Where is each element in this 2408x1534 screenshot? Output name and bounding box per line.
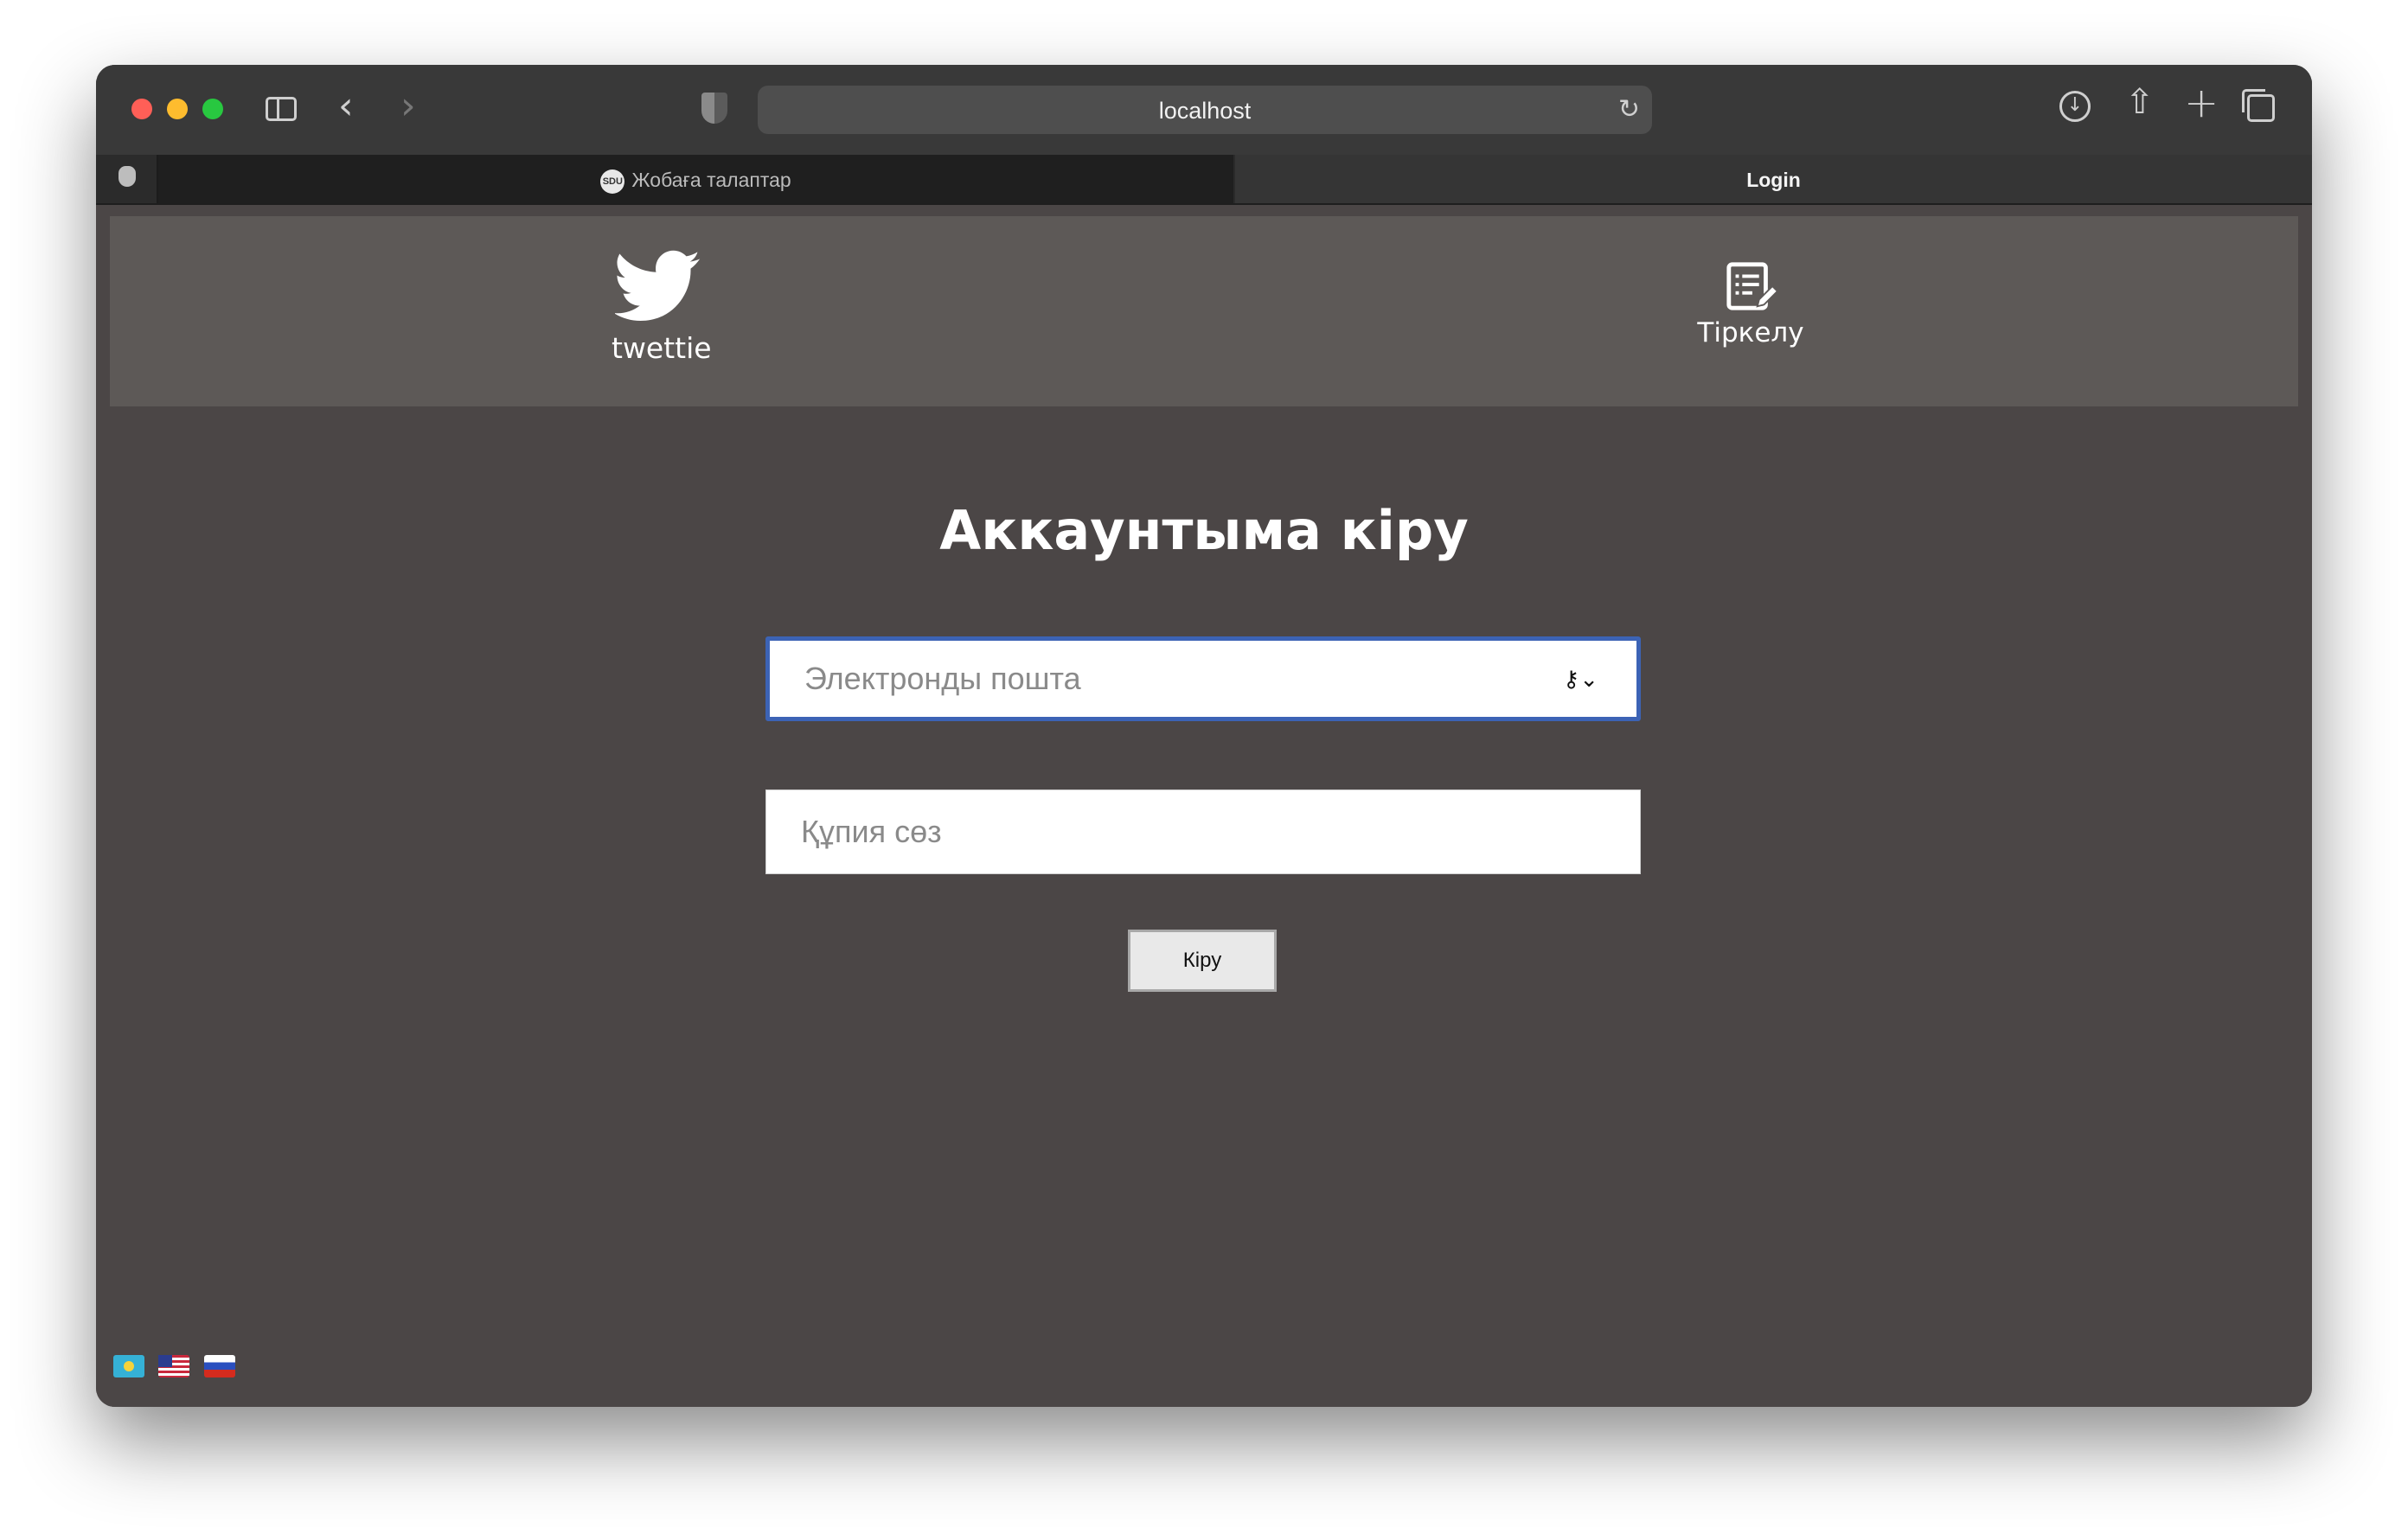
site-header: twettie Тіркелу xyxy=(110,216,2298,406)
forward-icon[interactable]: › xyxy=(400,84,416,128)
brand-name: twettie xyxy=(612,331,712,365)
minimize-window-button[interactable] xyxy=(167,99,188,119)
reload-icon[interactable]: ↻ xyxy=(1618,94,1640,125)
download-icon[interactable]: ↓ xyxy=(2059,91,2091,122)
register-label: Тіркелу xyxy=(1697,317,1804,348)
tab-bar: SDU Жобаға талаптар Login xyxy=(96,155,2312,205)
password-input[interactable] xyxy=(766,790,1527,873)
tab-label: Жобаға талаптар xyxy=(631,169,791,191)
tab-overview-icon[interactable] xyxy=(2242,89,2275,122)
email-field: ⚷⌄ xyxy=(765,636,1641,721)
usa-flag-icon[interactable] xyxy=(158,1355,190,1377)
register-form-icon xyxy=(1726,262,1779,310)
brand-link[interactable]: twettie xyxy=(612,249,712,365)
close-window-button[interactable] xyxy=(131,99,152,119)
tab-login[interactable]: Login xyxy=(1235,155,2312,203)
page-content: twettie Тіркелу Аккаунтыма кіру ⚷⌄ xyxy=(96,205,2312,1407)
sdu-favicon-icon: SDU xyxy=(600,169,625,194)
email-input[interactable] xyxy=(770,641,1531,717)
tab-label: Login xyxy=(1746,169,1801,191)
new-tab-icon[interactable]: + xyxy=(2184,79,2219,127)
address-bar[interactable]: localhost ↻ xyxy=(758,86,1652,134)
share-icon[interactable]: ⇧ xyxy=(2125,82,2155,122)
register-link[interactable]: Тіркелу xyxy=(1694,259,1807,348)
back-icon[interactable]: ‹ xyxy=(338,84,354,128)
key-autofill-icon[interactable]: ⚷⌄ xyxy=(1563,667,1598,693)
sidebar-icon[interactable] xyxy=(266,97,297,121)
russia-flag-icon[interactable] xyxy=(203,1355,235,1377)
pinned-tab[interactable] xyxy=(96,155,158,203)
browser-window: ‹ › localhost ↻ ↓ ⇧ + SDU Жобаға талаптар… xyxy=(96,65,2312,1407)
browser-toolbar: ‹ › localhost ↻ ↓ ⇧ + xyxy=(96,65,2312,155)
maximize-window-button[interactable] xyxy=(202,99,223,119)
privacy-shield-icon[interactable] xyxy=(701,93,727,124)
language-switcher xyxy=(113,1355,246,1377)
address-text: localhost xyxy=(1158,98,1252,124)
twitter-bird-icon xyxy=(613,250,701,321)
login-button[interactable]: Кіру xyxy=(1128,930,1277,992)
tab-requirements[interactable]: SDU Жобаға талаптар xyxy=(158,155,1233,203)
page-title: Аккаунтыма кіру xyxy=(939,499,1469,562)
kazakhstan-flag-icon[interactable] xyxy=(113,1355,144,1377)
apple-icon xyxy=(118,166,136,187)
password-field xyxy=(765,789,1641,874)
